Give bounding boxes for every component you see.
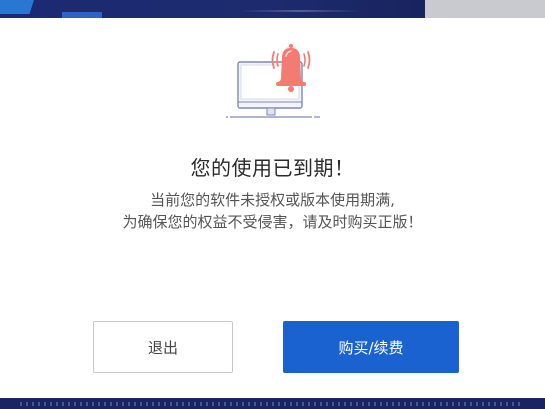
background-decor [20, 402, 520, 406]
dialog-message: 当前您的软件未授权或版本使用期满, 为确保您的权益不受侵害，请及时购买正版！ [0, 189, 545, 233]
screen: 您的使用已到期！ 当前您的软件未授权或版本使用期满, 为确保您的权益不受侵害，请… [0, 0, 545, 409]
background-decor [240, 10, 360, 12]
monitor-with-alarm-bell-icon [226, 44, 320, 118]
background-app-header [0, 0, 545, 18]
license-expired-dialog: 您的使用已到期！ 当前您的软件未授权或版本使用期满, 为确保您的权益不受侵害，请… [0, 18, 545, 398]
message-line: 当前您的软件未授权或版本使用期满, [150, 191, 395, 209]
background-app-footer [0, 398, 545, 409]
exit-button[interactable]: 退出 [93, 321, 233, 373]
dialog-title: 您的使用已到期！ [190, 156, 355, 180]
buy-renew-button[interactable]: 购买/续费 [283, 321, 459, 373]
message-line: 为确保您的权益不受侵害，请及时购买正版！ [122, 213, 423, 231]
background-decor [0, 0, 34, 14]
